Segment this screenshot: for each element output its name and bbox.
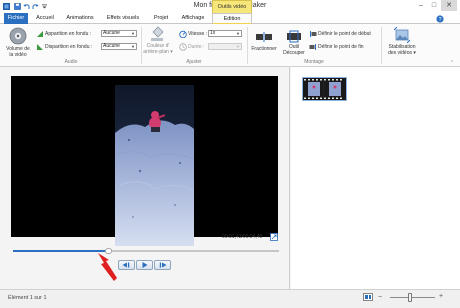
- chevron-down-icon: ▼: [131, 31, 135, 36]
- group-label-audio: Audio: [64, 59, 78, 65]
- maximize-button[interactable]: □: [428, 0, 440, 11]
- fade-out-select[interactable]: Aucune ▼: [101, 43, 137, 50]
- speed-label: Vitesse :: [188, 31, 208, 37]
- fade-in-label: Apparition en fondu :: [45, 31, 92, 37]
- zoom-out-icon[interactable]: −: [378, 294, 385, 301]
- chevron-down-icon: ▼: [236, 44, 240, 49]
- status-bar: Élément 1 sur 1 − +: [0, 289, 460, 308]
- fullscreen-icon[interactable]: [270, 233, 278, 243]
- video-volume-button[interactable]: Volume de la vidéo: [5, 46, 31, 58]
- fade-in-select[interactable]: Aucune ▼: [101, 30, 137, 37]
- play-button[interactable]: [136, 260, 153, 270]
- collapse-ribbon-icon[interactable]: ⌃: [450, 60, 454, 66]
- tab-animations[interactable]: Animations: [63, 13, 97, 24]
- trim-tool-button[interactable]: Outil Découper: [281, 44, 307, 56]
- duration-input[interactable]: ▼: [208, 43, 242, 50]
- group-label-adjust: Ajuster: [186, 59, 202, 65]
- set-start-point-button[interactable]: Définir le point de début: [318, 31, 371, 37]
- video-stabilization-button[interactable]: Stabilisation des vidéos ▾: [382, 44, 422, 56]
- ribbon: Volume de la vidéo Apparition en fondu :…: [0, 24, 460, 67]
- playback-controls: [118, 260, 172, 270]
- fade-in-icon: [36, 30, 44, 40]
- title-bar: Mon film - Movie Maker Outils vidéo – □ …: [0, 0, 460, 13]
- duration-icon: [179, 43, 187, 53]
- set-end-point-icon: [309, 43, 317, 53]
- storyboard-clip[interactable]: [302, 77, 347, 101]
- storyboard-pane: [291, 67, 460, 289]
- main-content: 00:01,43/00:04,49: [0, 67, 460, 289]
- previous-frame-button[interactable]: [118, 260, 135, 270]
- preview-pane: 00:01,43/00:04,49: [0, 67, 290, 289]
- close-button[interactable]: ✕: [441, 0, 457, 11]
- previous-frame-icon: [122, 262, 130, 268]
- chevron-down-icon: ▼: [236, 31, 240, 36]
- zoom-in-icon[interactable]: +: [439, 293, 443, 300]
- minimize-button[interactable]: –: [415, 0, 427, 11]
- next-frame-icon: [159, 262, 167, 268]
- fade-out-label: Disparition en fondu :: [45, 44, 93, 50]
- next-frame-button[interactable]: [154, 260, 171, 270]
- seek-bar[interactable]: [13, 250, 279, 252]
- playhead-indicator: [323, 80, 325, 98]
- paint-bucket-icon[interactable]: [150, 26, 164, 44]
- item-count: Élément 1 sur 1: [8, 295, 47, 301]
- tab-accueil[interactable]: Accueil: [31, 13, 59, 24]
- svg-text:?: ?: [438, 17, 441, 23]
- fade-out-icon: [36, 43, 44, 53]
- zoom-slider[interactable]: [390, 297, 435, 298]
- tab-projet[interactable]: Projet: [149, 13, 173, 24]
- zoom-slider-thumb[interactable]: [408, 293, 413, 302]
- split-icon[interactable]: [256, 32, 272, 44]
- background-color-button[interactable]: Couleur d' arrière-plan ▾: [141, 43, 175, 55]
- set-start-point-icon: [309, 30, 317, 40]
- ribbon-tabs: Fichier Accueil Animations Effets visuel…: [0, 13, 460, 25]
- timecode: 00:01,43/00:04,49: [222, 234, 263, 240]
- video-preview[interactable]: [11, 76, 278, 246]
- storyboard-view-icon[interactable]: [363, 293, 373, 303]
- split-button[interactable]: Fractionner: [248, 46, 280, 52]
- speed-icon: [179, 30, 187, 40]
- duration-label: Durée :: [188, 44, 205, 50]
- speed-select[interactable]: 1x ▼: [208, 30, 242, 37]
- video-frame-image: [115, 85, 194, 246]
- video-volume-icon[interactable]: [9, 27, 27, 47]
- tab-affichage[interactable]: Affichage: [178, 13, 208, 24]
- context-tab-group-label: Outils vidéo: [212, 0, 252, 13]
- stabilization-icon[interactable]: [393, 26, 411, 45]
- set-end-point-button[interactable]: Définir le point de fin: [318, 44, 364, 50]
- group-label-editing: Montage: [304, 59, 324, 65]
- clip-thumbnail: [303, 78, 346, 100]
- tab-effets-visuels[interactable]: Effets visuels: [103, 13, 143, 24]
- tab-fichier[interactable]: Fichier: [4, 13, 28, 24]
- play-icon: [142, 262, 148, 268]
- chevron-down-icon: ▼: [131, 44, 135, 49]
